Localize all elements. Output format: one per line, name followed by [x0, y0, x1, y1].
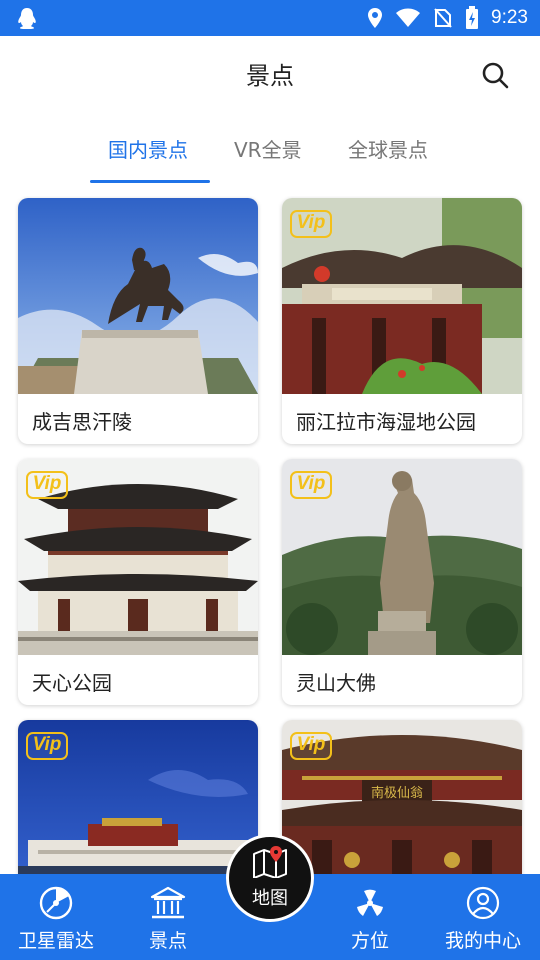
attraction-name: 丽江拉市海湿地公园 [296, 410, 476, 434]
nav-attractions[interactable]: 景点 [118, 874, 218, 960]
location-icon [367, 7, 383, 29]
battery-charging-icon [465, 6, 479, 30]
status-bar: 9:23 [0, 0, 540, 36]
attraction-card[interactable]: 南极仙翁 Vip [282, 720, 522, 876]
status-time: 9:23 [491, 7, 528, 28]
nav-radar[interactable]: 卫星雷达 [6, 874, 106, 960]
map-pin-icon [252, 846, 288, 882]
vip-badge: Vip [290, 210, 332, 238]
vip-badge: Vip [290, 471, 332, 499]
tab-vr[interactable]: VR全景 [234, 134, 302, 163]
nav-profile[interactable]: 我的中心 [433, 874, 533, 960]
attraction-card[interactable]: Vip 灵山大佛 [282, 459, 522, 705]
search-icon[interactable] [480, 60, 510, 90]
wifi-icon [395, 8, 421, 28]
map-fab-button[interactable]: 地图 [226, 834, 314, 922]
tab-global[interactable]: 全球景点 [348, 134, 428, 163]
attraction-card[interactable]: Vip 天心公园 [18, 459, 258, 705]
header: 景点 [0, 36, 540, 110]
attraction-card[interactable]: Vip 丽江拉市海湿地公园 [282, 198, 522, 444]
gate-sign: 南极仙翁 [371, 785, 423, 801]
nav-label: 我的中心 [444, 930, 521, 952]
tab-bar: 国内景点 VR全景 全球景点 [0, 118, 540, 183]
attraction-grid: 成吉思汗陵 Vip 丽江拉市海湿地公园 Vip 天心公园 Vip 灵山大佛 Vi… [0, 196, 540, 876]
attraction-image [18, 198, 258, 394]
nav-label: 景点 [148, 930, 187, 952]
attraction-name: 成吉思汗陵 [32, 410, 132, 434]
nav-label: 卫星雷达 [17, 930, 94, 952]
attraction-card[interactable]: 成吉思汗陵 [18, 198, 258, 444]
no-sim-icon [433, 7, 453, 29]
nav-compass[interactable]: 方位 [320, 874, 420, 960]
radar-icon [38, 884, 74, 922]
attraction-name: 天心公园 [32, 671, 112, 695]
map-fab-label: 地图 [252, 888, 288, 909]
page-title: 景点 [246, 61, 294, 90]
temple-icon [149, 884, 187, 922]
user-icon [465, 884, 501, 922]
attraction-name: 灵山大佛 [296, 671, 376, 695]
qq-icon [16, 6, 38, 30]
vip-badge: Vip [26, 732, 68, 760]
nav-label: 方位 [350, 930, 389, 952]
tab-indicator [90, 180, 210, 183]
vip-badge: Vip [26, 471, 68, 499]
tab-domestic[interactable]: 国内景点 [108, 134, 188, 163]
vip-badge: Vip [290, 732, 332, 760]
compass-icon [352, 884, 388, 922]
attraction-card[interactable]: Vip [18, 720, 258, 876]
